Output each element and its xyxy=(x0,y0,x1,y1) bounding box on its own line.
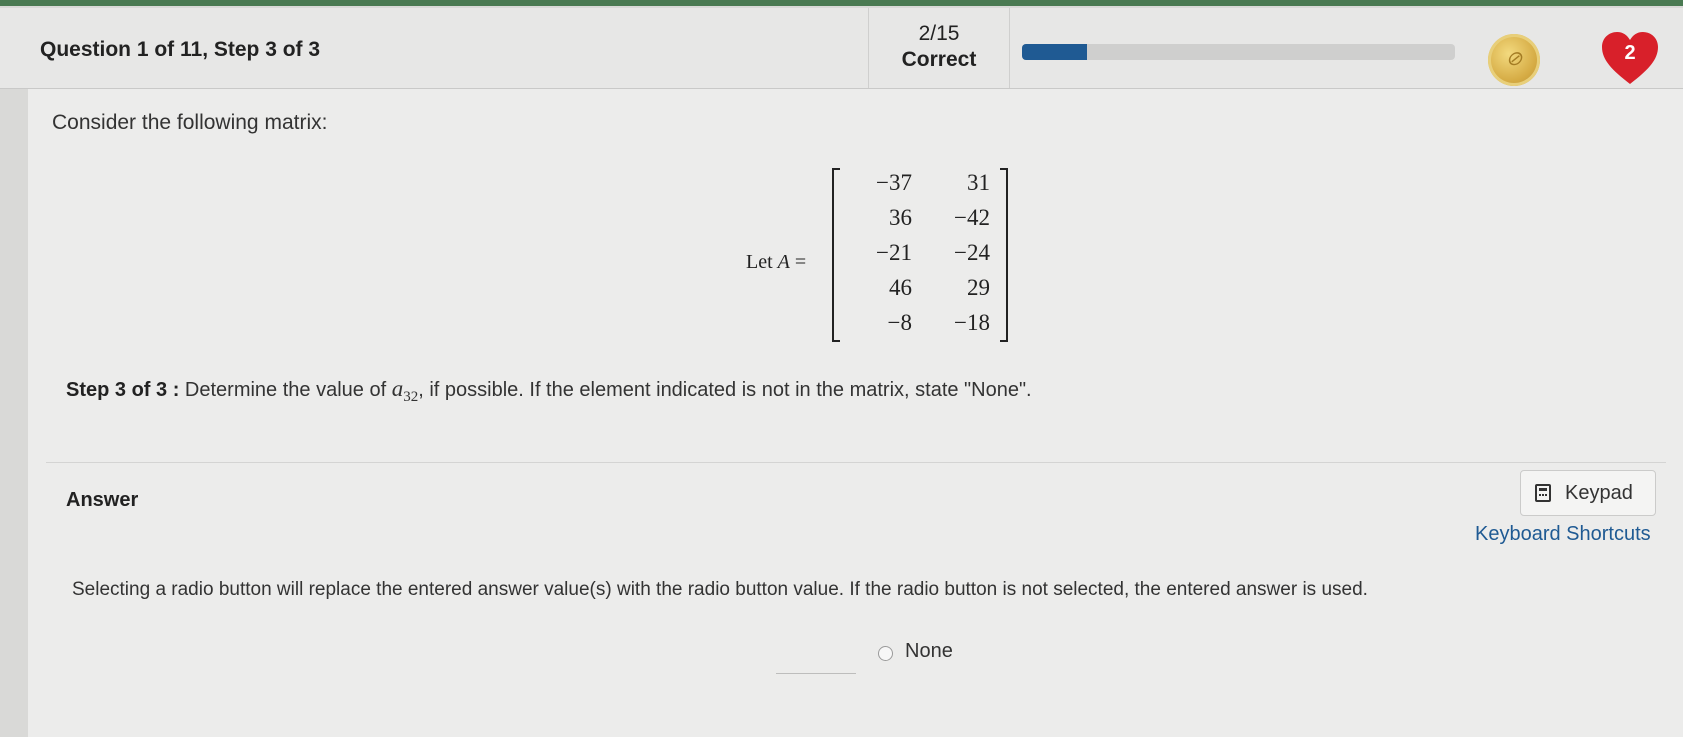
hearts-count: 2 xyxy=(1624,42,1636,64)
progress-bar xyxy=(1022,44,1455,60)
problem-prompt: Consider the following matrix: xyxy=(52,111,328,134)
let-prefix: Let xyxy=(746,251,773,273)
matrix-row: −37 31 xyxy=(846,170,994,200)
heart-icon[interactable]: 2 xyxy=(1600,30,1660,86)
keypad-icon xyxy=(1535,484,1551,502)
section-divider xyxy=(46,462,1666,463)
coin-icon[interactable]: ⊘ xyxy=(1488,34,1540,86)
matrix-cell: −37 xyxy=(876,170,912,195)
keyboard-shortcuts-link[interactable]: Keyboard Shortcuts xyxy=(1475,523,1651,546)
question-body: Consider the following matrix: Let A = −… xyxy=(28,89,1683,737)
element-variable: a xyxy=(391,376,404,401)
matrix-left-bracket xyxy=(832,168,840,342)
step-instruction: Step 3 of 3 : Determine the value of a32… xyxy=(66,376,1032,406)
matrix-cell: 46 xyxy=(889,275,912,300)
matrix-cell: −21 xyxy=(876,240,912,265)
radio-icon[interactable] xyxy=(878,646,893,661)
keypad-label: Keypad xyxy=(1565,482,1633,504)
top-accent-strip xyxy=(0,0,1683,6)
score-box: 2/15 Correct xyxy=(868,8,1010,88)
element-subscript: 32 xyxy=(403,389,419,405)
matrix-cell: 29 xyxy=(967,275,990,300)
answer-label: Answer xyxy=(66,489,139,511)
matrix-row: −21 −24 xyxy=(846,240,994,270)
step-label: Step 3 of 3 : xyxy=(66,379,180,401)
keypad-button[interactable]: Keypad xyxy=(1520,470,1656,516)
matrix-A: −37 31 36 −42 −21 −24 46 29 −8 −18 xyxy=(832,168,1008,342)
question-title: Question 1 of 11, Step 3 of 3 xyxy=(40,38,321,61)
matrix-cell: −8 xyxy=(887,310,912,335)
answer-input[interactable] xyxy=(776,637,856,674)
score-status: Correct xyxy=(901,48,977,71)
score-fraction: 2/15 xyxy=(918,22,960,45)
step-text-after: , if possible. If the element indicated … xyxy=(418,379,1032,401)
matrix-cell: 36 xyxy=(889,205,912,230)
matrix-row: 36 −42 xyxy=(846,205,994,235)
progress-bar-fill xyxy=(1022,44,1087,60)
step-text-before: Determine the value of xyxy=(184,379,387,401)
question-header: Question 1 of 11, Step 3 of 3 2/15 Corre… xyxy=(0,8,1683,89)
equals-sign: = xyxy=(794,251,807,273)
matrix-label: Let A = xyxy=(746,251,806,274)
matrix-cell: 31 xyxy=(967,170,990,195)
matrix-row: −8 −18 xyxy=(846,310,994,340)
matrix-cell: −24 xyxy=(954,240,990,265)
matrix-row: 46 29 xyxy=(846,275,994,305)
matrix-variable: A xyxy=(777,251,790,273)
matrix-cell: −18 xyxy=(954,310,990,335)
answer-instructions: Selecting a radio button will replace th… xyxy=(72,579,1368,600)
matrix-cell: −42 xyxy=(954,205,990,230)
none-radio-label[interactable]: None xyxy=(905,640,953,663)
matrix-right-bracket xyxy=(1000,168,1008,342)
